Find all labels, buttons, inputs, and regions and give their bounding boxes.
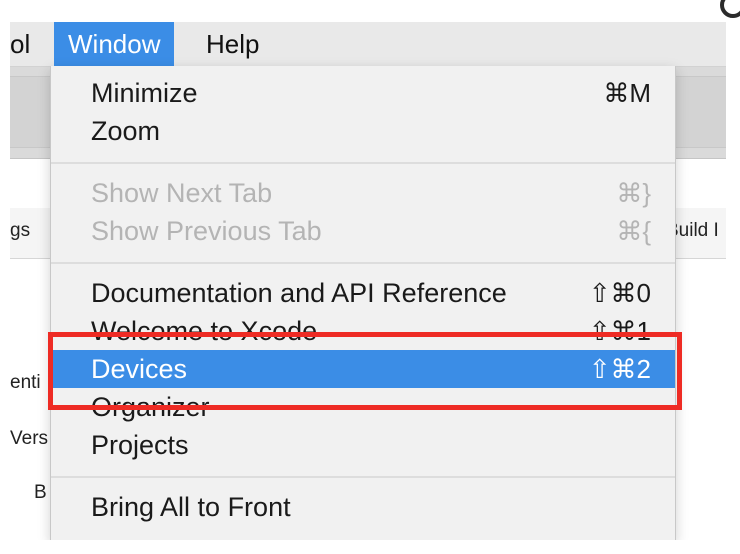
menu-separator — [51, 162, 675, 164]
menu-item-zoom[interactable]: Zoom — [51, 112, 675, 150]
background-label-version: Vers — [10, 428, 49, 449]
background-label-identity: enti — [10, 372, 41, 393]
menu-item-projects[interactable]: Projects — [51, 426, 675, 464]
menu-item-shortcut: ⇧⌘0 — [588, 278, 651, 308]
menu-separator — [51, 262, 675, 264]
menu-item-label: Zoom — [91, 116, 161, 146]
menu-item-minimize[interactable]: Minimize ⌘M — [51, 74, 675, 112]
menu-item-label: Show Previous Tab — [91, 216, 322, 246]
menu-item-bring-all-to-front[interactable]: Bring All to Front — [51, 488, 675, 526]
highlight-annotation-box — [48, 332, 682, 410]
menubar-item-help[interactable]: Help — [194, 22, 271, 66]
menu-item-shortcut: ⌘M — [603, 78, 651, 108]
frame-left — [0, 0, 10, 554]
menubar-item-window[interactable]: Window — [54, 22, 175, 66]
menu-item-label: Show Next Tab — [91, 178, 273, 208]
frame-top — [0, 0, 740, 22]
menu-item-label: Documentation and API Reference — [91, 278, 507, 308]
window-menu-dropdown: Minimize ⌘M Zoom Show Next Tab ⌘} Show P… — [50, 66, 676, 542]
menu-item-label: Bring All to Front — [91, 492, 291, 522]
screenshot: gs Build I enti Vers B ol Window Help Mi… — [0, 0, 740, 554]
menu-item-shortcut: ⌘} — [616, 178, 651, 208]
menu-item-label: Minimize — [91, 78, 198, 108]
menu-separator — [51, 476, 675, 478]
menu-item-shortcut: ⌘{ — [616, 216, 651, 246]
background-tab-left[interactable]: gs — [10, 220, 30, 242]
menu-item-label: Projects — [91, 430, 189, 460]
frame-bottom — [0, 540, 740, 554]
menu-bar: ol Window Help — [10, 22, 726, 67]
menu-item-documentation[interactable]: Documentation and API Reference ⇧⌘0 — [51, 274, 675, 312]
menu-item-show-next-tab: Show Next Tab ⌘} — [51, 174, 675, 212]
background-label-build: B — [34, 482, 47, 503]
frame-right — [726, 0, 740, 554]
menu-item-show-previous-tab: Show Previous Tab ⌘{ — [51, 212, 675, 250]
